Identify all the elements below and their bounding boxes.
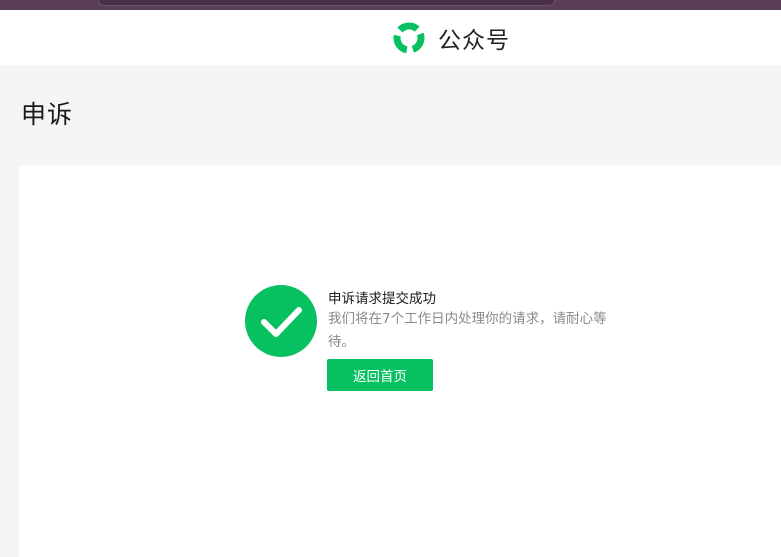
result-title: 申诉请求提交成功	[328, 291, 436, 307]
wechat-official-accounts-logo-icon	[392, 21, 426, 55]
top-header: 公众号	[0, 10, 781, 67]
brand[interactable]: 公众号	[392, 21, 510, 55]
check-circle-icon	[245, 285, 317, 357]
browser-chrome-strip	[0, 0, 781, 10]
brand-name: 公众号	[438, 28, 510, 54]
page-title: 申诉	[21, 100, 74, 129]
back-to-home-button[interactable]: 返回首页	[327, 359, 433, 391]
result-description: 我们将在7个工作日内处理你的请求，请耐心等待。	[328, 311, 607, 350]
browser-address-bar[interactable]	[98, 0, 555, 6]
